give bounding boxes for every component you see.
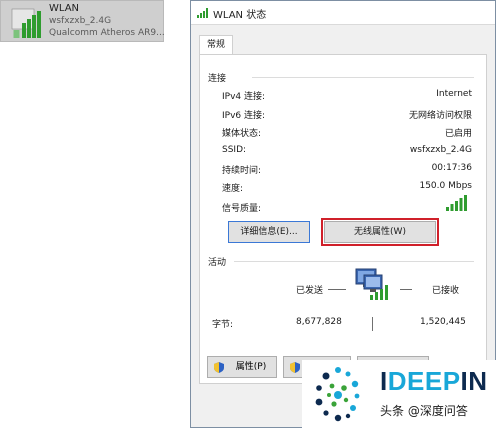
sent-line bbox=[328, 289, 346, 290]
activity-divider bbox=[234, 261, 474, 262]
bytes-sent-value: 8,677,828 bbox=[296, 317, 342, 327]
network-tile[interactable]: WLAN wsfxzxb_2.4G Qualcomm Atheros AR9..… bbox=[0, 0, 165, 42]
row-label: IPv4 连接: bbox=[222, 92, 266, 102]
watermark: IDEEPIN 头条 @深度问答 bbox=[302, 360, 500, 428]
network-name: WLAN bbox=[49, 3, 80, 14]
row-label: SSID: bbox=[222, 145, 247, 155]
row-value: wsfxzxb_2.4G bbox=[409, 145, 472, 155]
watermark-caption: 头条 @深度问答 bbox=[380, 404, 468, 418]
row-label: 持续时间: bbox=[222, 166, 262, 176]
row-label: 信号质量: bbox=[222, 204, 262, 214]
row-value: Internet bbox=[436, 89, 472, 99]
row-value: 150.0 Mbps bbox=[419, 181, 472, 191]
deepin-logo-icon bbox=[315, 367, 360, 422]
network-ssid: wsfxzxb_2.4G bbox=[49, 16, 112, 26]
properties-button-label: 属性(P) bbox=[235, 362, 267, 372]
activity-header: 活动 bbox=[208, 258, 227, 268]
row-speed: 速度: 150.0 Mbps bbox=[222, 181, 472, 195]
network-adapter: Qualcomm Atheros AR9... bbox=[49, 28, 165, 38]
bytes-divider bbox=[372, 317, 373, 331]
bytes-label: 字节: bbox=[212, 320, 234, 330]
row-label: 速度: bbox=[222, 184, 244, 194]
row-value: 00:17:36 bbox=[431, 163, 472, 173]
shield-icon bbox=[214, 362, 224, 373]
signal-bars-icon bbox=[446, 195, 467, 211]
bytes-received-value: 1,520,445 bbox=[420, 317, 466, 327]
wireless-properties-button[interactable]: 无线属性(W) bbox=[321, 218, 439, 246]
received-line bbox=[400, 289, 412, 290]
row-ssid: SSID: wsfxzxb_2.4G bbox=[222, 145, 472, 159]
row-value: 已启用 bbox=[444, 129, 472, 139]
brand-prefix: I bbox=[380, 366, 388, 396]
wifi-signal-icon bbox=[11, 8, 41, 38]
signal-bars-icon bbox=[197, 8, 208, 18]
row-label: IPv6 连接: bbox=[222, 111, 266, 121]
tab-strip: 常规 bbox=[191, 25, 495, 55]
tab-general[interactable]: 常规 bbox=[199, 35, 233, 55]
sent-label: 已发送 bbox=[296, 286, 324, 296]
properties-button[interactable]: 属性(P) bbox=[207, 356, 277, 378]
row-media-state: 媒体状态: 已启用 bbox=[222, 126, 472, 140]
brand-suffix: IN bbox=[460, 366, 488, 396]
brand-highlight: DEEP bbox=[387, 366, 461, 396]
shield-icon bbox=[290, 362, 300, 373]
connection-divider bbox=[252, 77, 474, 78]
row-label: 媒体状态: bbox=[222, 129, 262, 139]
row-duration: 持续时间: 00:17:36 bbox=[222, 163, 472, 177]
received-label: 已接收 bbox=[432, 286, 460, 296]
details-button[interactable]: 详细信息(E)... bbox=[228, 221, 310, 243]
row-signal-quality: 信号质量: bbox=[222, 195, 472, 215]
watermark-brand: IDEEPIN bbox=[380, 366, 488, 397]
general-panel: 连接 IPv4 连接: Internet IPv6 连接: 无网络访问权限 媒体… bbox=[199, 54, 487, 384]
row-ipv6: IPv6 连接: 无网络访问权限 bbox=[222, 108, 472, 122]
dialog-titlebar[interactable]: WLAN 状态 bbox=[191, 1, 495, 25]
connection-header: 连接 bbox=[208, 74, 227, 84]
network-computers-icon bbox=[355, 268, 388, 300]
row-ipv4: IPv4 连接: Internet bbox=[222, 89, 472, 103]
row-value: 无网络访问权限 bbox=[408, 111, 472, 121]
dialog-title: WLAN 状态 bbox=[213, 10, 267, 21]
